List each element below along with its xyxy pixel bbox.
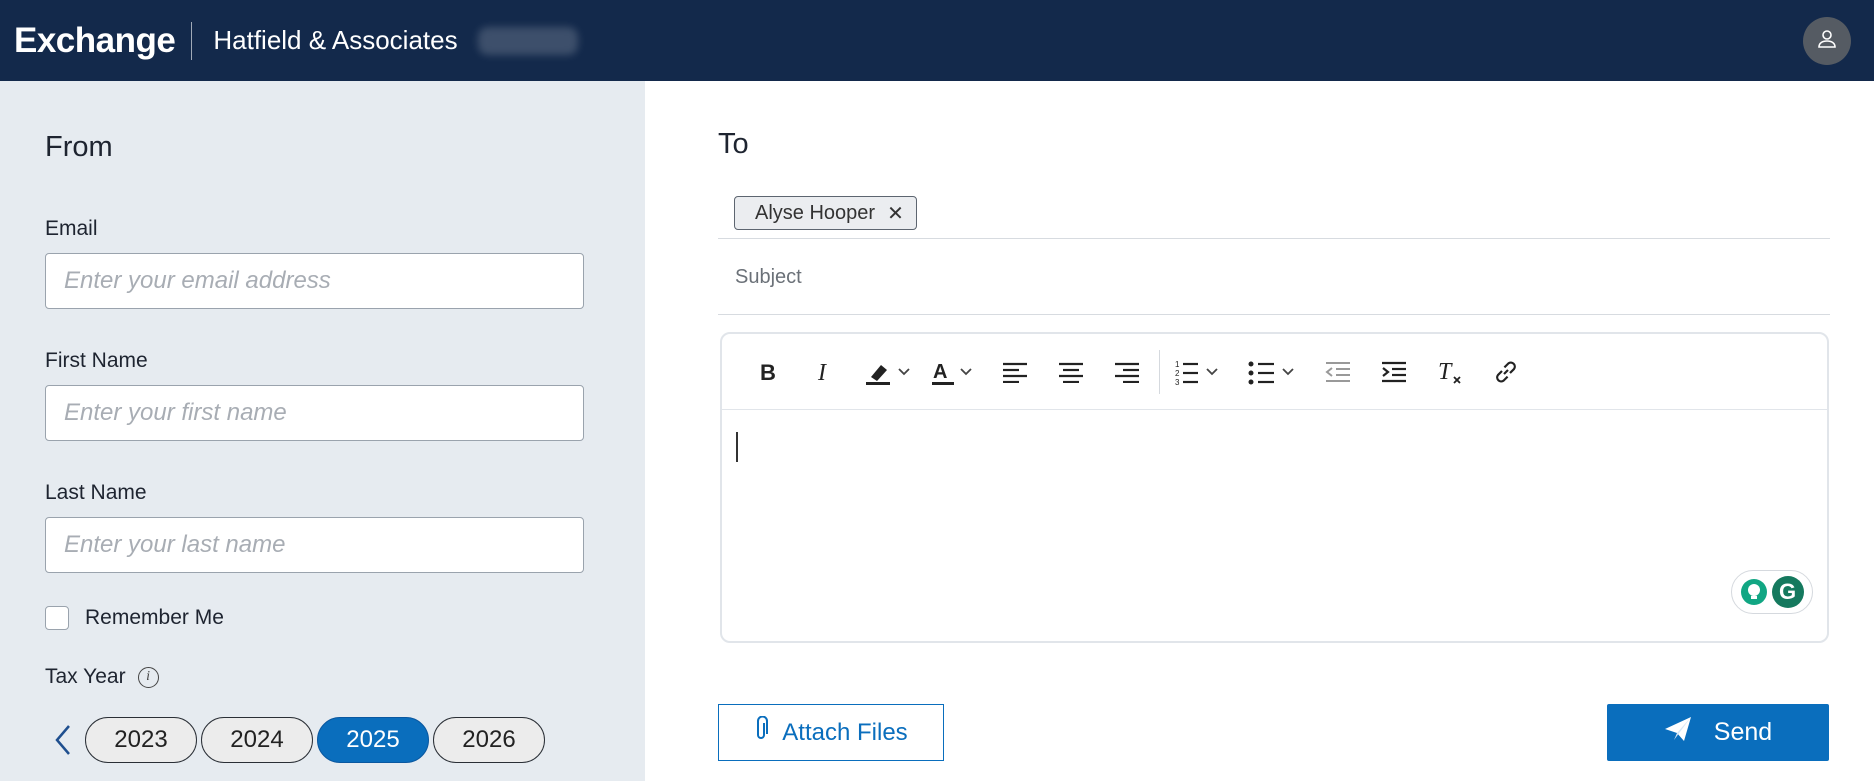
email-label: Email xyxy=(45,217,98,240)
email-field[interactable] xyxy=(45,253,584,309)
user-avatar-button[interactable] xyxy=(1803,17,1851,65)
year-pill-2026[interactable]: 2026 xyxy=(433,717,545,763)
subject-input[interactable] xyxy=(735,262,1815,292)
svg-text:A: A xyxy=(933,361,947,383)
bulleted-list-icon[interactable] xyxy=(1248,352,1302,392)
send-button[interactable]: Send xyxy=(1607,704,1829,761)
brand-divider xyxy=(191,21,193,60)
numbered-list-icon[interactable]: 1 2 3 xyxy=(1174,352,1228,392)
recipient-chip: Alyse Hooper ✕ xyxy=(734,196,917,230)
first-name-label: First Name xyxy=(45,349,148,372)
attach-files-label: Attach Files xyxy=(782,718,908,746)
last-name-label: Last Name xyxy=(45,481,147,504)
remember-me-row: Remember Me xyxy=(45,606,224,630)
info-icon[interactable]: i xyxy=(137,666,159,688)
first-name-field[interactable] xyxy=(45,385,584,441)
paper-plane-icon xyxy=(1664,716,1692,749)
attach-files-button[interactable]: Attach Files xyxy=(718,704,944,761)
message-editor: B I A 1 2 3 T G xyxy=(720,332,1829,643)
year-pill-2025[interactable]: 2025 xyxy=(317,717,429,763)
company-name: Hatfield & Associates xyxy=(213,25,458,55)
bold-icon[interactable]: B xyxy=(747,352,787,392)
highlight-icon[interactable] xyxy=(863,352,915,392)
user-icon xyxy=(1816,28,1838,55)
toolbar-divider xyxy=(1159,349,1160,394)
brand-logo: Exchange xyxy=(14,20,176,60)
send-label: Send xyxy=(1713,718,1773,746)
last-name-field[interactable] xyxy=(45,517,584,573)
year-pill-2024[interactable]: 2024 xyxy=(201,717,313,763)
subject-row xyxy=(718,240,1830,315)
paperclip-icon xyxy=(754,715,769,749)
from-panel: From Email First Name Last Name Remember… xyxy=(0,81,645,781)
to-heading: To xyxy=(718,128,749,160)
svg-text:1: 1 xyxy=(1175,360,1180,369)
grammarly-widget[interactable]: G xyxy=(1731,570,1813,614)
grammarly-icon[interactable]: G xyxy=(1771,576,1804,608)
tax-year-row: Tax Year i xyxy=(45,665,159,689)
from-heading: From xyxy=(45,131,113,163)
outdent-icon[interactable] xyxy=(1318,352,1358,392)
svg-text:3: 3 xyxy=(1175,378,1180,386)
remember-me-checkbox[interactable] xyxy=(45,606,69,630)
remember-me-label: Remember Me xyxy=(85,606,224,629)
redacted-text xyxy=(477,26,578,55)
year-pill-2023[interactable]: 2023 xyxy=(85,717,197,763)
recipient-name: Alyse Hooper xyxy=(755,201,876,224)
editor-toolbar: B I A 1 2 3 T xyxy=(722,334,1827,410)
clear-format-icon[interactable]: T xyxy=(1430,352,1470,392)
svg-text:2: 2 xyxy=(1175,369,1180,378)
align-center-icon[interactable] xyxy=(1051,352,1091,392)
lightbulb-icon[interactable] xyxy=(1740,579,1767,605)
font-color-icon[interactable]: A xyxy=(929,352,981,392)
indent-icon[interactable] xyxy=(1374,352,1414,392)
align-left-icon[interactable] xyxy=(995,352,1035,392)
align-right-icon[interactable] xyxy=(1107,352,1147,392)
italic-icon[interactable]: I xyxy=(803,352,843,392)
tax-year-selector: 2023 2024 2025 2026 xyxy=(45,717,545,763)
top-bar: Exchange Hatfield & Associates xyxy=(0,0,1874,81)
svg-text:I: I xyxy=(817,361,827,383)
text-cursor xyxy=(736,432,738,462)
recipient-field[interactable]: Alyse Hooper ✕ xyxy=(718,186,1830,239)
svg-text:T: T xyxy=(1438,359,1453,385)
svg-text:B: B xyxy=(760,361,776,383)
chevron-left-icon[interactable] xyxy=(45,717,81,763)
link-icon[interactable] xyxy=(1486,352,1526,392)
tax-year-label: Tax Year xyxy=(45,665,126,688)
remove-recipient-icon[interactable]: ✕ xyxy=(887,201,904,226)
